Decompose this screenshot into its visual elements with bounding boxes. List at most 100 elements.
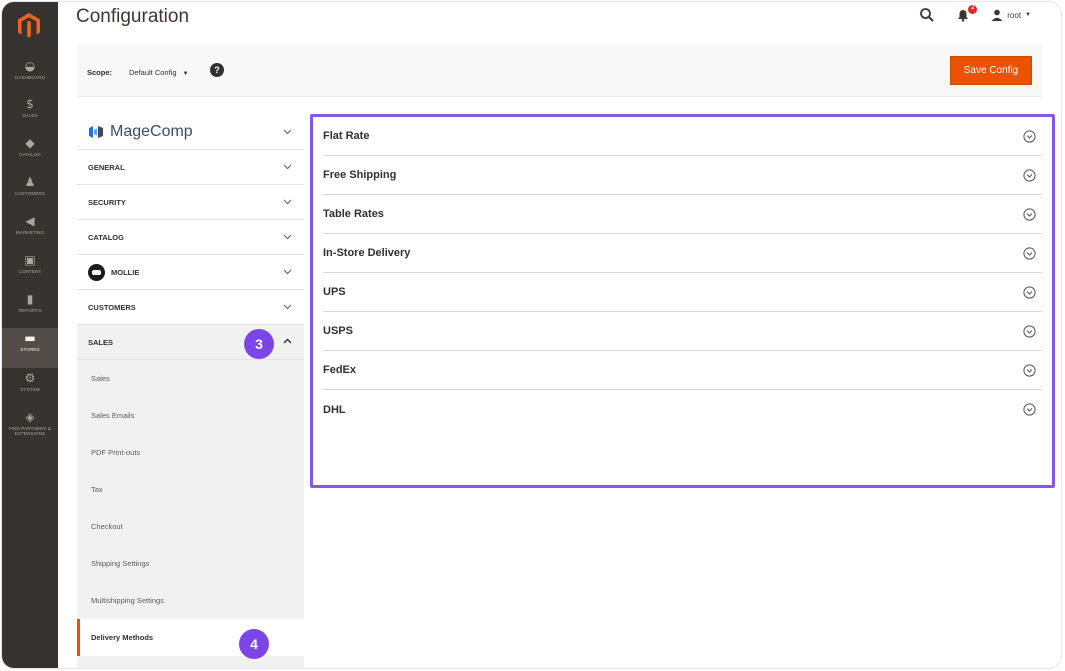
tab-item-sales-emails[interactable]: Sales Emails bbox=[77, 397, 304, 434]
section-ups[interactable]: UPS bbox=[323, 273, 1042, 312]
nav-item-stores[interactable]: ▬ Stores bbox=[2, 328, 58, 368]
section-title: FedEx bbox=[323, 364, 357, 376]
help-icon[interactable]: ? bbox=[210, 63, 224, 77]
admin-window: ◒ Dashboard $ Sales ◆ Catalog ♟ Customer… bbox=[2, 2, 1061, 668]
section-free-shipping[interactable]: Free Shipping bbox=[323, 156, 1042, 195]
nav-item-catalog[interactable]: ◆ Catalog bbox=[2, 133, 58, 171]
magecomp-logo-icon bbox=[89, 126, 103, 138]
section-title: DHL bbox=[323, 403, 346, 416]
tab-group-customers[interactable]: CUSTOMERS bbox=[77, 290, 304, 325]
config-tabs: MageComp GENERAL SECURITY CATALOG MOLLIE… bbox=[77, 115, 304, 668]
scope-value: Default Config bbox=[129, 68, 177, 77]
page-title: Configuration bbox=[76, 6, 190, 27]
nav-label: Find Partners & Extensions bbox=[8, 426, 52, 436]
chevron-up-icon bbox=[283, 338, 292, 344]
brand-name: MageComp bbox=[110, 123, 193, 140]
section-title: USPS bbox=[323, 325, 353, 337]
nav-label: Sales bbox=[22, 113, 38, 118]
dollar-icon: $ bbox=[26, 97, 34, 111]
chevron-down-icon bbox=[283, 129, 292, 135]
user-menu[interactable]: root ▼ bbox=[991, 9, 1031, 21]
nav-label: Content bbox=[18, 269, 42, 274]
scope-switcher[interactable]: Default Config ▼ bbox=[129, 68, 189, 77]
nav-item-marketing[interactable]: ◀ Marketing bbox=[2, 211, 58, 249]
nav-label: Catalog bbox=[19, 152, 41, 157]
tab-group-mollie[interactable]: MOLLIE bbox=[77, 255, 304, 290]
tab-group-general[interactable]: GENERAL bbox=[77, 150, 304, 185]
scope-bar: Scope: Default Config ▼ ? Save Config bbox=[77, 43, 1042, 97]
tab-group-label: CATALOG bbox=[88, 232, 124, 242]
section-usps[interactable]: USPS bbox=[323, 312, 1042, 351]
tab-item-sales[interactable]: Sales bbox=[77, 360, 304, 397]
tab-group-label: GENERAL bbox=[88, 162, 125, 172]
delivery-methods-panel: Flat Rate Free Shipping Table Rates In-S… bbox=[310, 114, 1055, 488]
section-title: Flat Rate bbox=[323, 130, 370, 142]
catalog-icon: ◆ bbox=[25, 136, 35, 150]
chevron-down-icon bbox=[283, 199, 292, 205]
nav-label: Marketing bbox=[15, 230, 45, 235]
nav-item-system[interactable]: ⚙ System bbox=[2, 368, 58, 406]
section-table-rates[interactable]: Table Rates bbox=[323, 195, 1042, 234]
nav-label: Stores bbox=[20, 347, 40, 352]
megaphone-icon: ◀ bbox=[25, 214, 35, 228]
tab-item-tax[interactable]: Tax bbox=[77, 471, 304, 508]
expand-circle-icon bbox=[1023, 364, 1036, 377]
tab-item-multishipping-settings[interactable]: Multishipping Settings bbox=[77, 582, 304, 619]
magecomp-logo: MageComp bbox=[88, 123, 193, 141]
step-badge-4: 4 bbox=[239, 629, 269, 659]
user-icon bbox=[991, 9, 1003, 21]
tab-group-catalog[interactable]: CATALOG bbox=[77, 220, 304, 255]
tab-group-label: CUSTOMERS bbox=[88, 302, 136, 312]
magento-logo-icon[interactable] bbox=[16, 12, 42, 40]
gear-icon: ⚙ bbox=[24, 371, 36, 385]
section-in-store-delivery[interactable]: In-Store Delivery bbox=[323, 234, 1042, 273]
chevron-down-icon: ▼ bbox=[1025, 12, 1031, 18]
nav-item-sales[interactable]: $ Sales bbox=[2, 94, 58, 132]
nav-label: Reports bbox=[18, 308, 42, 313]
tab-group-security[interactable]: SECURITY bbox=[77, 185, 304, 220]
tab-group-magecomp[interactable]: MageComp bbox=[77, 115, 304, 150]
section-title: UPS bbox=[323, 286, 346, 298]
nav-item-dashboard[interactable]: ◒ Dashboard bbox=[2, 56, 58, 94]
customers-icon: ♟ bbox=[24, 175, 36, 189]
caret-down-icon: ▼ bbox=[182, 71, 189, 77]
tab-item-delivery-methods[interactable]: Delivery Methods bbox=[77, 619, 304, 656]
stores-icon: ▬ bbox=[24, 331, 36, 345]
nav-item-extensions[interactable]: ◈ Find Partners & Extensions bbox=[2, 407, 58, 453]
nav-label: System bbox=[20, 387, 40, 392]
tab-item-shipping-settings[interactable]: Shipping Settings bbox=[77, 545, 304, 582]
expand-circle-icon bbox=[1023, 169, 1036, 182]
scope-label: Scope: bbox=[87, 68, 113, 77]
notifications-button[interactable]: 4 bbox=[955, 5, 978, 23]
header-actions: 4 root ▼ bbox=[919, 5, 1031, 23]
reports-icon: ▮ bbox=[26, 292, 34, 306]
search-icon[interactable] bbox=[919, 7, 935, 23]
nav-item-customers[interactable]: ♟ Customers bbox=[2, 172, 58, 210]
content-icon: ▣ bbox=[24, 253, 36, 267]
chevron-down-icon bbox=[283, 304, 292, 310]
tab-group-label: SALES bbox=[88, 337, 114, 347]
chevron-down-icon bbox=[283, 164, 292, 170]
extensions-icon: ◈ bbox=[25, 410, 35, 424]
step-badge-3: 3 bbox=[244, 329, 274, 359]
nav-item-content[interactable]: ▣ Content bbox=[2, 250, 58, 288]
nav-label: Customers bbox=[14, 191, 46, 196]
expand-circle-icon bbox=[1023, 325, 1036, 338]
expand-circle-icon bbox=[1023, 208, 1036, 221]
expand-circle-icon bbox=[1023, 130, 1036, 143]
admin-nav: ◒ Dashboard $ Sales ◆ Catalog ♟ Customer… bbox=[2, 2, 58, 668]
tab-item-pdf-print-outs[interactable]: PDF Print-outs bbox=[77, 434, 304, 471]
nav-item-reports[interactable]: ▮ Reports bbox=[2, 289, 58, 327]
section-dhl[interactable]: DHL bbox=[323, 390, 1042, 429]
chevron-down-icon bbox=[283, 269, 292, 275]
expand-circle-icon bbox=[1023, 403, 1036, 416]
tab-item-checkout[interactable]: Checkout bbox=[77, 508, 304, 545]
save-config-button[interactable]: Save Config bbox=[950, 56, 1032, 85]
section-title: Free Shipping bbox=[323, 169, 397, 181]
expand-circle-icon bbox=[1023, 247, 1036, 260]
chevron-down-icon bbox=[283, 234, 292, 240]
tab-group-label: SECURITY bbox=[88, 197, 126, 207]
mollie-logo-icon bbox=[88, 263, 105, 281]
section-flat-rate[interactable]: Flat Rate bbox=[323, 117, 1042, 156]
section-fedex[interactable]: FedEx bbox=[323, 351, 1042, 390]
